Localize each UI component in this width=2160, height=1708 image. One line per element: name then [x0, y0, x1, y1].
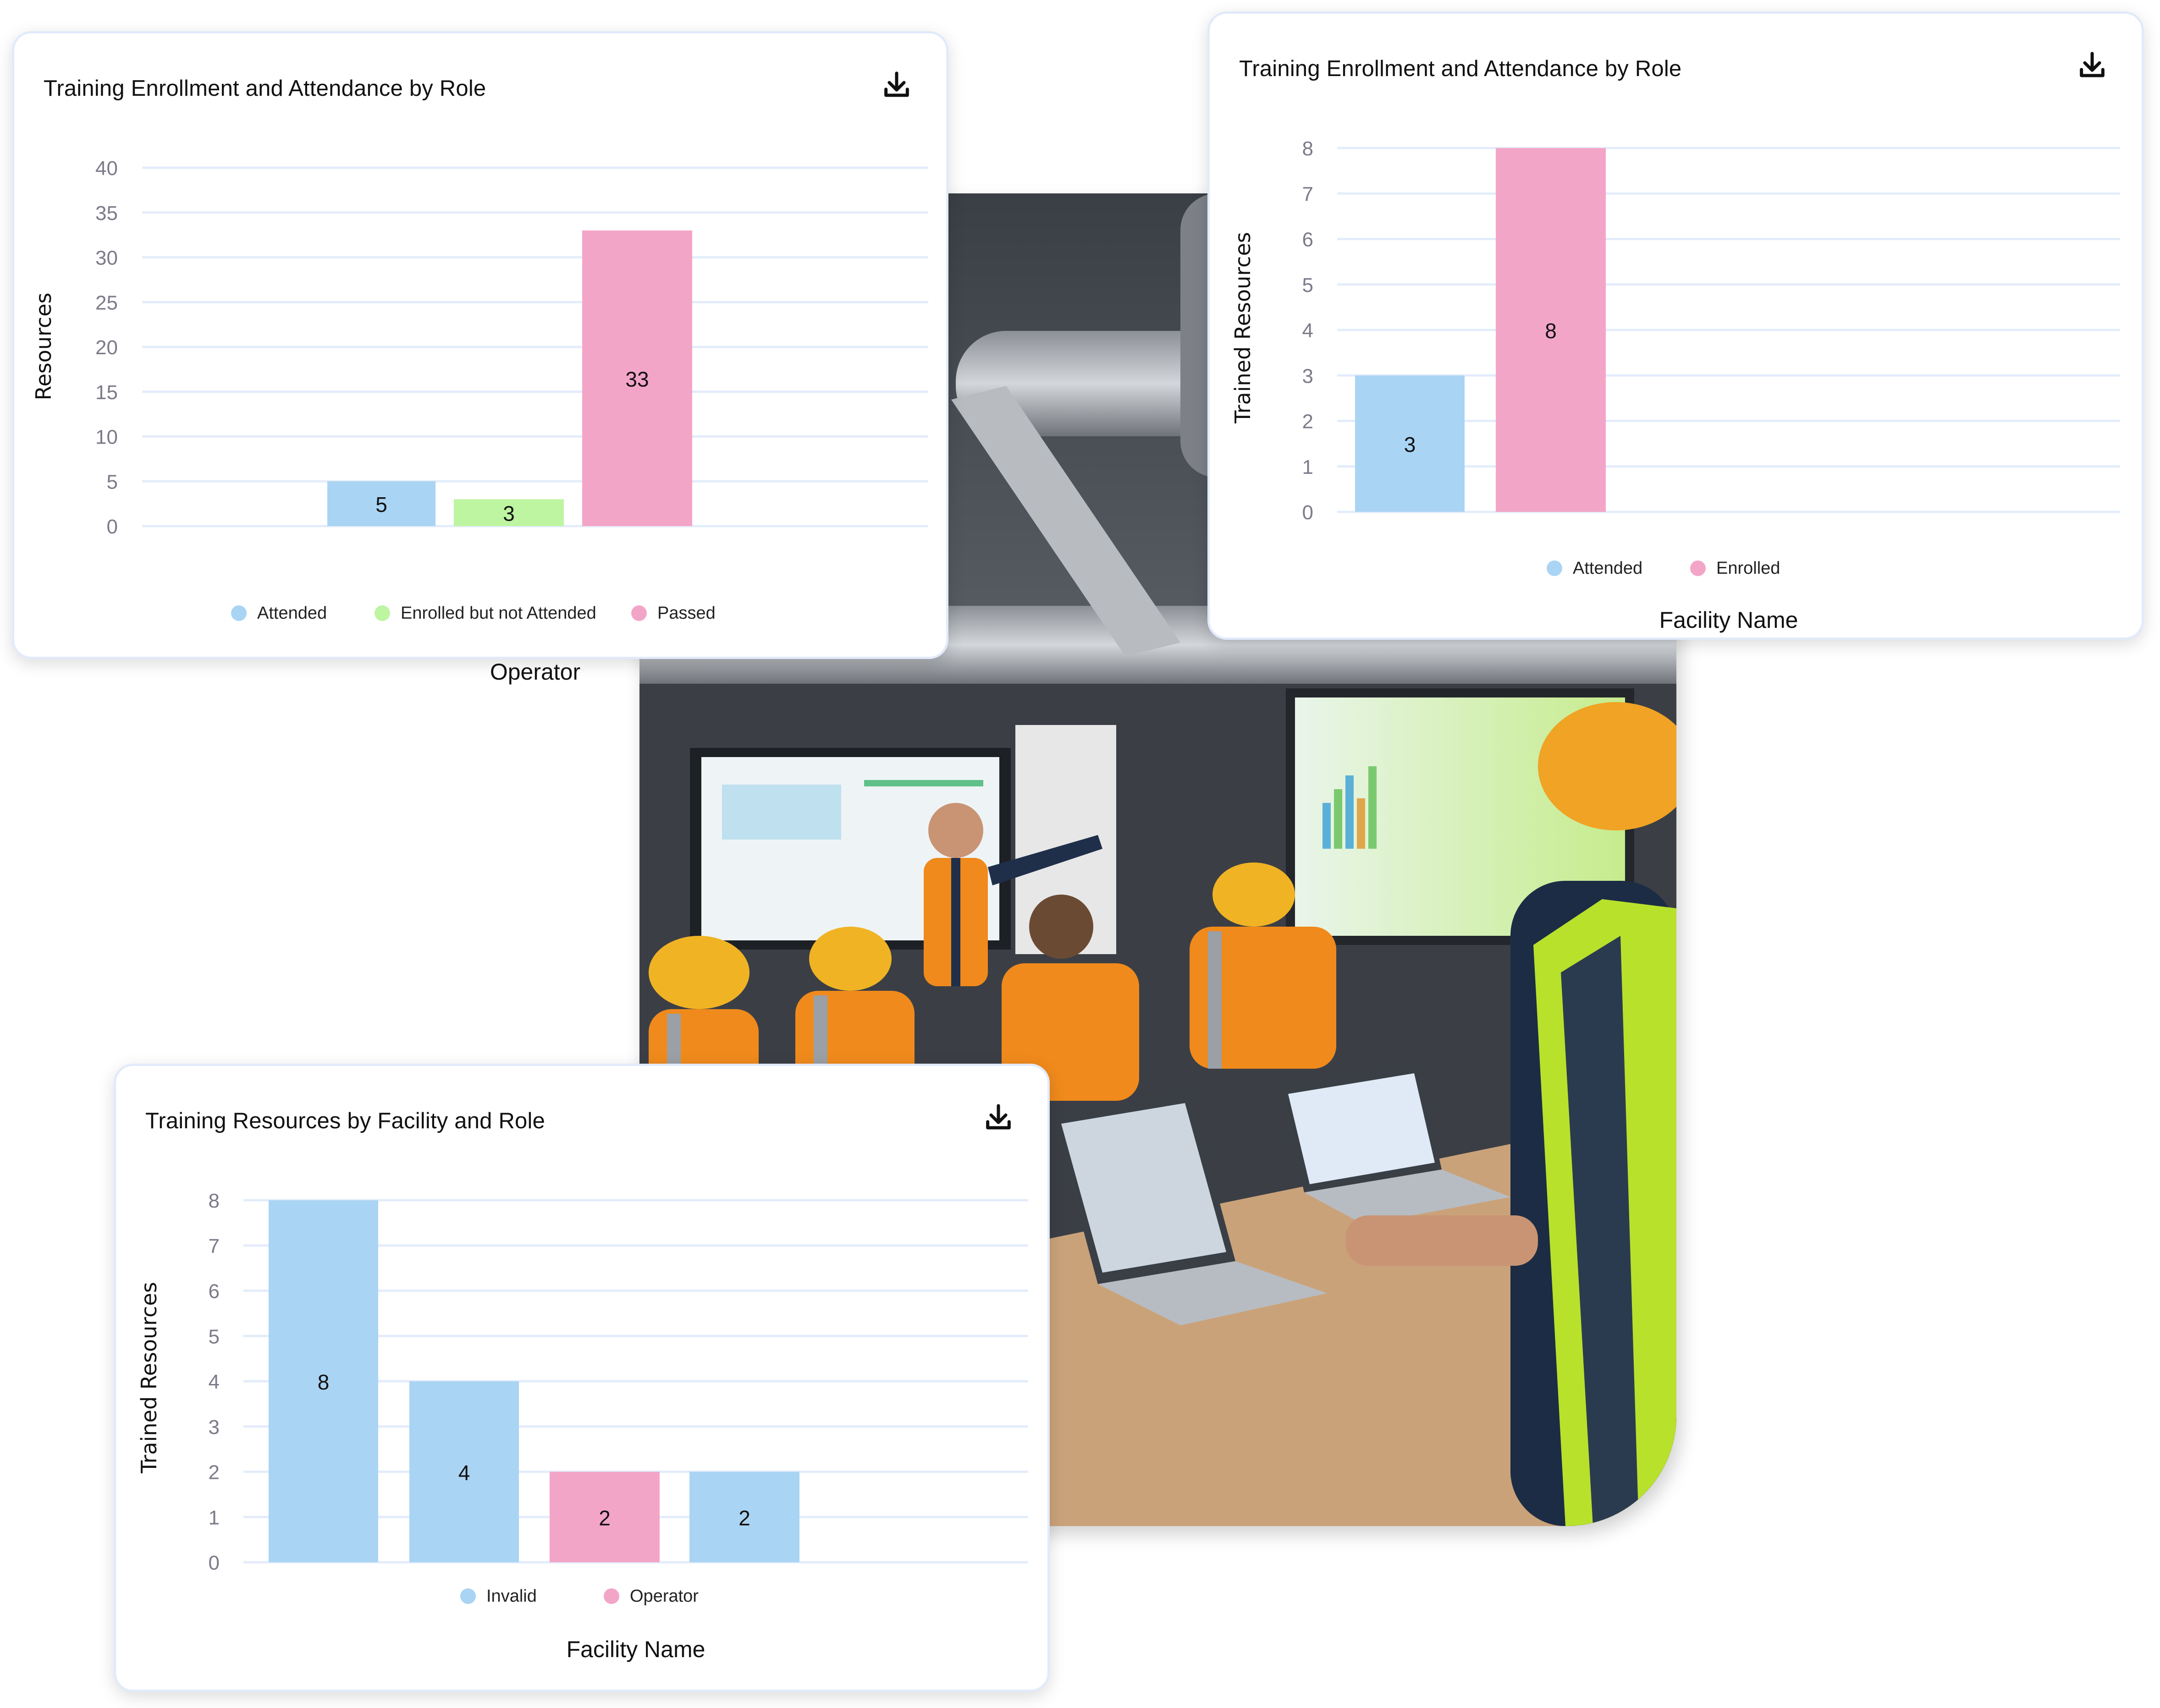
y-tick-label: 3 — [209, 1416, 220, 1439]
x-axis-label: Facility Name — [1659, 607, 1798, 633]
chart-card-enrollment-operator: Training Enrollment and Attendance by Ro… — [12, 31, 948, 685]
bar-value-label: 8 — [318, 1370, 330, 1394]
screen-bar — [864, 780, 983, 786]
y-axis-label: Resources — [31, 293, 56, 401]
y-tick-label: 3 — [1302, 365, 1313, 387]
legend-swatch — [460, 1588, 476, 1604]
y-tick-label: 6 — [209, 1280, 220, 1303]
legend-swatch — [231, 605, 247, 621]
x-axis-label: Operator — [490, 659, 580, 685]
legend-swatch — [604, 1588, 619, 1604]
y-tick-label: 1 — [1302, 456, 1313, 478]
bar-chart: 0 1 2 3 4 5 6 7 8 Trained Resources 8 4 2 2 Invalid Ope… — [137, 1190, 1028, 1662]
y-tick-label: 1 — [209, 1506, 220, 1529]
y-axis-label: Trained Resources — [137, 1282, 161, 1473]
legend-label: Enrolled but not Attended — [401, 604, 596, 623]
legend-swatch — [1547, 560, 1562, 576]
legend-label: Attended — [257, 604, 327, 623]
legend-label: Invalid — [486, 1587, 537, 1606]
legend-label: Enrolled — [1716, 559, 1780, 578]
legend-label: Attended — [1573, 559, 1642, 578]
y-tick-label: 5 — [107, 471, 118, 493]
y-tick-label: 8 — [1302, 137, 1313, 160]
y-tick-label: 0 — [107, 516, 118, 538]
y-tick-label: 0 — [1302, 501, 1313, 524]
bar-chart: 0510152025303540Resources5 333Attended Enr… — [31, 157, 928, 685]
y-tick-label: 2 — [1302, 411, 1313, 433]
y-tick-label: 7 — [1302, 183, 1313, 205]
y-tick-label: 6 — [1302, 229, 1313, 251]
legend-swatch — [1690, 560, 1706, 576]
y-tick-label: 10 — [95, 426, 118, 449]
bar-chart: 0 1 2 3 4 5 6 7 8 Trained Resources 3 8 Attended Enro… — [1230, 137, 2120, 633]
y-tick-label: 5 — [209, 1325, 220, 1348]
y-axis-label: Trained Resources — [1230, 232, 1255, 423]
legend-label: Operator — [630, 1587, 699, 1606]
bar-value-label: 2 — [599, 1506, 611, 1530]
y-tick-label: 8 — [209, 1190, 220, 1212]
y-tick-label: 30 — [95, 247, 118, 269]
chart-card-resources-facility: Training Resources by Facility and Role … — [114, 1064, 1050, 1692]
y-tick-label: 4 — [209, 1371, 220, 1393]
bar-value-label: 8 — [1545, 319, 1557, 343]
legend-swatch — [631, 605, 647, 621]
y-tick-label: 40 — [95, 157, 118, 180]
y-tick-label: 35 — [95, 202, 118, 225]
chart-card-enrollment-facility: Training Enrollment and Attendance by Ro… — [1207, 11, 2144, 640]
legend-swatch — [375, 605, 390, 621]
bar-value-label: 5 — [375, 493, 387, 516]
y-tick-label: 20 — [95, 336, 118, 359]
bar-value-label: 3 — [1404, 433, 1416, 456]
legend-label: Passed — [657, 604, 716, 623]
y-tick-label: 4 — [1302, 319, 1313, 342]
y-tick-label: 0 — [209, 1552, 220, 1574]
y-tick-label: 5 — [1302, 274, 1313, 297]
screen-diagram — [722, 785, 841, 840]
y-tick-label: 15 — [95, 381, 118, 404]
y-tick-label: 2 — [209, 1461, 220, 1484]
bar-value-label: 3 — [503, 502, 515, 526]
bar-value-label: 33 — [625, 367, 649, 391]
y-tick-label: 7 — [209, 1235, 220, 1258]
y-tick-label: 25 — [95, 291, 118, 314]
bar-value-label: 4 — [458, 1461, 470, 1485]
x-axis-label: Facility Name — [567, 1637, 705, 1662]
bar-value-label: 2 — [738, 1506, 750, 1530]
